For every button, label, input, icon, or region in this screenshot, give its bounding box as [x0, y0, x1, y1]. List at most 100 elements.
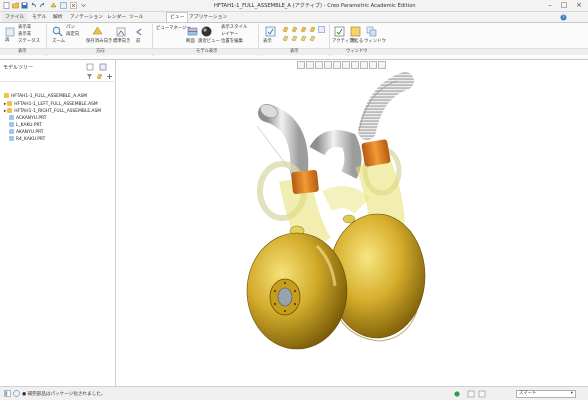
tree-settings-icon[interactable]: [86, 63, 94, 71]
previous-view-icon[interactable]: [134, 27, 144, 37]
plane-tag-icon[interactable]: [282, 35, 289, 42]
display-style-quick-icon[interactable]: [333, 61, 341, 69]
tab-analysis[interactable]: 解析: [50, 13, 66, 22]
new-icon[interactable]: [3, 2, 10, 9]
tab-tools[interactable]: ツール: [126, 13, 146, 22]
status-message: ● 補完部品はパッケージ化されました。: [22, 392, 106, 397]
saved-orientations-label[interactable]: 保存済み向き: [86, 39, 112, 44]
tree-item-part[interactable]: AKANYU.PRT: [9, 129, 43, 136]
tab-file[interactable]: ファイル: [2, 13, 28, 22]
windows-ribbon-icon[interactable]: [366, 26, 377, 37]
axis-display-icon[interactable]: [291, 26, 298, 33]
group-label-display: 表示: [18, 49, 27, 54]
tree-filter-icon[interactable]: [86, 73, 93, 80]
zoom-in-icon[interactable]: [306, 61, 314, 69]
title-bar: HFTAH1-1_FULL_ASSEMBLE_A (アクティブ) - Creo …: [0, 0, 588, 12]
show-icon[interactable]: [265, 26, 276, 37]
view-manager-quick-icon[interactable]: [351, 61, 359, 69]
display-style-icon[interactable]: [200, 25, 213, 38]
tree-item-part[interactable]: R4_KAKU.PRT: [9, 136, 45, 143]
assembly-model[interactable]: [117, 71, 588, 386]
tree-item-part[interactable]: L_KAKU.PRT: [9, 122, 42, 129]
maximize-button[interactable]: □: [558, 1, 570, 10]
datum-display-icon[interactable]: [369, 61, 377, 69]
csys-display-icon[interactable]: [309, 26, 316, 33]
activate-icon[interactable]: [334, 26, 345, 37]
standard-orientation-icon[interactable]: [116, 27, 126, 37]
view-manager-item[interactable]: ビューマネージャ: [156, 26, 191, 31]
section-label[interactable]: 断面: [186, 39, 195, 44]
help-icon[interactable]: ?: [560, 14, 567, 21]
status-bar: ● 補完部品はパッケージ化されました。 スマート ▾: [0, 386, 588, 400]
close-label[interactable]: 閉じる: [350, 39, 363, 44]
part-icon: [9, 122, 14, 127]
redo-icon[interactable]: [39, 2, 46, 9]
regenerate-icon[interactable]: [50, 2, 57, 9]
close-button[interactable]: ×: [573, 1, 585, 10]
axis-tag-icon[interactable]: [291, 35, 298, 42]
display-hidden-item-2[interactable]: 表示非: [18, 32, 31, 37]
csys-tag-icon[interactable]: [309, 35, 316, 42]
perspective-label[interactable]: 遠近ビュー: [198, 39, 220, 44]
refit-icon[interactable]: [297, 61, 305, 69]
tab-applications[interactable]: アプリケーション: [186, 13, 230, 22]
previous-label[interactable]: 前: [136, 39, 140, 44]
customize-icon[interactable]: [80, 2, 87, 9]
saved-orientation-quick-icon[interactable]: [342, 61, 350, 69]
windows-label[interactable]: ウィンドウ: [364, 39, 386, 44]
undo-icon[interactable]: [30, 2, 37, 9]
plane-display-icon[interactable]: [282, 26, 289, 33]
windows-icon[interactable]: [60, 2, 67, 9]
navigator-toggle-icon[interactable]: [4, 390, 11, 397]
point-display-icon[interactable]: [300, 26, 307, 33]
status-item[interactable]: ステータス: [18, 39, 40, 44]
selection-buffer-icon[interactable]: [478, 390, 486, 398]
point-tag-icon[interactable]: [300, 35, 307, 42]
selection-filter-dropdown[interactable]: スマート ▾: [516, 390, 576, 398]
tree-item-root[interactable]: HFTAH1-1_FULL_ASSEMBLE_A.ASM: [4, 93, 87, 100]
display-style-item[interactable]: 表示スタイル: [221, 25, 247, 30]
orange-band-left: [291, 169, 319, 195]
edit-position-item[interactable]: 位置を編集: [221, 39, 243, 44]
regenerate-view-icon[interactable]: [5, 27, 15, 37]
save-icon[interactable]: [21, 2, 28, 9]
part-icon: [9, 136, 14, 141]
close-window-icon[interactable]: [70, 2, 77, 9]
window-title: HFTAH1-1_FULL_ASSEMBLE_A (アクティブ) - Creo …: [214, 3, 416, 9]
tree-item-right-asm[interactable]: ▸ HFTAH1-1_RIGHT_FULL_ASSEMBLE.ASM: [4, 108, 101, 115]
show-label[interactable]: 表示: [263, 39, 272, 44]
zoom-out-icon[interactable]: [315, 61, 323, 69]
layers-item[interactable]: レイヤー: [221, 32, 238, 37]
repaint-icon[interactable]: [324, 61, 332, 69]
annotation-display-icon[interactable]: [318, 26, 325, 33]
part-icon: [9, 115, 14, 120]
zoom-label[interactable]: ズーム: [52, 39, 65, 44]
saved-orientations-icon[interactable]: [92, 26, 103, 37]
minimize-button[interactable]: –: [544, 1, 556, 10]
regenerate-label[interactable]: 再: [5, 38, 9, 43]
tree-item-left-asm[interactable]: ▸ HFTAH1-1_LEFT_FULL_ASSEMBLE.ASM: [4, 101, 98, 108]
selection-mode-icon[interactable]: [467, 390, 475, 398]
standard-orientation-label[interactable]: 標準向き: [113, 39, 131, 44]
model-tree-toolbar: [0, 63, 116, 82]
group-label-model-display: モデル表示: [196, 49, 218, 54]
reorient-item[interactable]: 再定向: [66, 32, 79, 37]
zoom-icon[interactable]: [52, 26, 63, 37]
graphics-viewport[interactable]: [117, 71, 588, 386]
tree-columns-icon[interactable]: [99, 63, 107, 71]
tree-add-icon[interactable]: [106, 73, 113, 80]
perspective-quick-icon[interactable]: [360, 61, 368, 69]
display-hidden-item[interactable]: 表示非: [18, 25, 31, 30]
orange-band-right: [361, 139, 391, 167]
section-icon[interactable]: [187, 26, 198, 37]
close-window-ribbon-icon[interactable]: [350, 26, 361, 37]
tree-show-icon[interactable]: [96, 73, 103, 80]
tree-item-part[interactable]: ACKANYU.PRT: [9, 115, 46, 122]
pan-item[interactable]: パン: [66, 25, 75, 30]
tab-annotation[interactable]: アノテーション: [67, 13, 106, 22]
open-icon[interactable]: [12, 2, 19, 9]
assembly-icon: [4, 93, 9, 98]
annotation-quick-icon[interactable]: [378, 61, 386, 69]
tab-model[interactable]: モデル: [29, 13, 49, 22]
browser-toggle-icon[interactable]: [13, 390, 20, 397]
